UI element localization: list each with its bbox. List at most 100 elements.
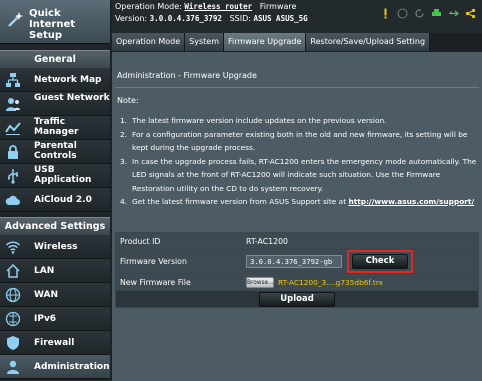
sidebar-item-label: USB Application <box>34 165 92 185</box>
sidebar-item-administration[interactable]: Administration <box>0 355 110 379</box>
note-text: In case the upgrade process fails, RT-AC… <box>132 156 477 193</box>
product-id-value: RT-AC1200 <box>241 232 479 250</box>
share-icon[interactable] <box>465 8 476 19</box>
note-text: The latest firmware version include upda… <box>132 116 387 125</box>
quick-internet-setup-button[interactable]: Quick Internet Setup <box>0 0 110 44</box>
sidebar-item-wan[interactable]: WAN <box>0 283 110 307</box>
note-item: 1. The latest firmware version include u… <box>117 114 477 128</box>
general-header: General <box>0 50 110 68</box>
sidebar-item-label: Guest Network <box>34 93 110 103</box>
wan-icon <box>5 287 21 303</box>
firmware-version-field: 3.0.0.4.376_3792-gb <box>246 255 342 268</box>
sidebar-item-label: Traffic Manager <box>34 117 79 137</box>
new-firmware-file-label: New Firmware File <box>115 273 242 291</box>
firmware-form: Product ID RT-AC1200 Firmware Version 3.… <box>115 232 479 308</box>
sidebar-item-label: AiCloud 2.0 <box>34 195 92 205</box>
sidebar-item-usb-application[interactable]: USB Application <box>0 164 110 188</box>
tab-system[interactable]: System <box>185 33 224 51</box>
asus-support-link[interactable]: http://www.asus.com/support/ <box>348 197 474 206</box>
version-value: 3.0.0.4.376_3792 <box>149 14 222 23</box>
wand-icon <box>6 11 24 29</box>
table-row: Firmware Version 3.0.0.4.376_3792-gb Chec… <box>115 249 479 274</box>
sidebar-item-parental-controls[interactable]: Parental Controls <box>0 140 110 164</box>
note-item: 4. Get the latest firmware version from … <box>117 195 477 209</box>
upload-cell: Upload <box>115 290 479 308</box>
cloud-icon <box>5 192 21 208</box>
sidebar-item-label: WAN <box>34 290 59 300</box>
wireless-icon <box>5 239 21 255</box>
parental-controls-icon <box>5 144 21 160</box>
note-number: 2. <box>119 129 127 139</box>
quick-internet-setup-label: Quick Internet Setup <box>29 8 76 41</box>
browse-button[interactable]: Browse... <box>246 276 274 288</box>
highlight-box: Check <box>347 250 413 273</box>
lan-icon <box>5 263 21 279</box>
administration-icon <box>5 359 21 375</box>
notification-icon[interactable] <box>380 8 391 19</box>
globe-icon[interactable] <box>397 8 408 19</box>
tab-bar: Operation Mode System Firmware Upgrade R… <box>112 33 482 51</box>
sidebar: Quick Internet Setup General Network Map… <box>0 0 110 381</box>
sidebar-item-lan[interactable]: LAN <box>0 259 110 283</box>
sidebar-item-label: Firewall <box>34 338 75 348</box>
new-firmware-file-cell: Browse... RT-AC1200_3....g735db6f.trx <box>241 273 479 291</box>
version-label: Version: <box>115 14 148 23</box>
sidebar-item-aicloud[interactable]: AiCloud 2.0 <box>0 188 110 212</box>
usb-icon <box>5 168 21 184</box>
sidebar-item-wireless[interactable]: Wireless <box>0 235 110 259</box>
guest-network-icon <box>5 96 21 112</box>
main-panel: Administration - Firmware Upgrade Note: … <box>112 52 482 381</box>
table-row: Upload <box>115 290 479 308</box>
sidebar-item-label: Network Map <box>34 75 102 85</box>
sidebar-item-guest-network[interactable]: Guest Network <box>0 92 110 116</box>
sidebar-item-traffic-manager[interactable]: Traffic Manager <box>0 116 110 140</box>
sidebar-item-label: Administration <box>34 362 110 372</box>
tab-firmware-upgrade[interactable]: Firmware Upgrade <box>224 33 307 51</box>
note-item: 3. In case the upgrade process fails, RT… <box>117 155 477 196</box>
firmware-version-cell: 3.0.0.4.376_3792-gb Check <box>241 249 479 274</box>
check-button[interactable]: Check <box>352 254 408 269</box>
ipv6-icon <box>5 311 21 327</box>
divider <box>115 87 479 88</box>
sidebar-item-label: IPv6 <box>34 314 57 324</box>
advanced-settings-header: Advanced Settings <box>0 217 110 235</box>
tab-restore-save-upload[interactable]: Restore/Save/Upload Setting <box>306 33 431 51</box>
operation-mode-line: Operation Mode: Wireless router Firmware <box>115 2 296 11</box>
sidebar-item-firewall[interactable]: Firewall <box>0 331 110 355</box>
version-line: Version: 3.0.0.4.376_3792 SSID: ASUS ASU… <box>115 14 308 23</box>
refresh-icon[interactable] <box>414 8 425 19</box>
network-map-icon <box>5 72 21 88</box>
table-row: New Firmware File Browse... RT-AC1200_3..… <box>115 273 479 291</box>
upload-button[interactable]: Upload <box>259 291 335 307</box>
sidebar-item-label: Wireless <box>34 242 78 252</box>
note-number: 3. <box>119 156 127 166</box>
sidebar-item-network-map[interactable]: Network Map <box>0 68 110 92</box>
usb-status-icon[interactable] <box>448 8 459 19</box>
firmware-label: Firmware <box>259 2 297 11</box>
product-id-label: Product ID <box>115 232 242 250</box>
ssid-value: ASUS ASUS_5G <box>253 14 308 23</box>
tab-operation-mode[interactable]: Operation Mode <box>112 33 186 51</box>
selected-file-name: RT-AC1200_3....g735db6f.trx <box>278 277 384 287</box>
note-text: For a configuration parameter existing b… <box>132 129 468 153</box>
table-row: Product ID RT-AC1200 <box>115 232 479 250</box>
status-header: Operation Mode: Wireless router Firmware… <box>112 0 482 33</box>
page-title: Administration - Firmware Upgrade <box>117 71 257 80</box>
notes-list: 1. The latest firmware version include u… <box>117 114 477 209</box>
note-item: 2. For a configuration parameter existin… <box>117 128 477 155</box>
note-title: Note: <box>117 96 139 105</box>
note-number: 4. <box>119 197 127 206</box>
operation-mode-link[interactable]: Wireless router <box>184 2 252 11</box>
sidebar-item-ipv6[interactable]: IPv6 <box>0 307 110 331</box>
sidebar-item-label: LAN <box>34 266 55 276</box>
ssid-label: SSID: <box>229 14 251 23</box>
note-number: 1. <box>119 116 127 125</box>
traffic-manager-icon <box>5 120 21 136</box>
header-status-icons <box>380 8 476 22</box>
sidebar-item-label: Parental Controls <box>34 141 77 161</box>
operation-mode-label: Operation Mode: <box>115 2 182 11</box>
firewall-icon <box>5 335 21 351</box>
firmware-version-label: Firmware Version <box>115 249 242 274</box>
note-text: Get the latest firmware version from ASU… <box>132 197 347 206</box>
printer-icon[interactable] <box>431 8 442 19</box>
